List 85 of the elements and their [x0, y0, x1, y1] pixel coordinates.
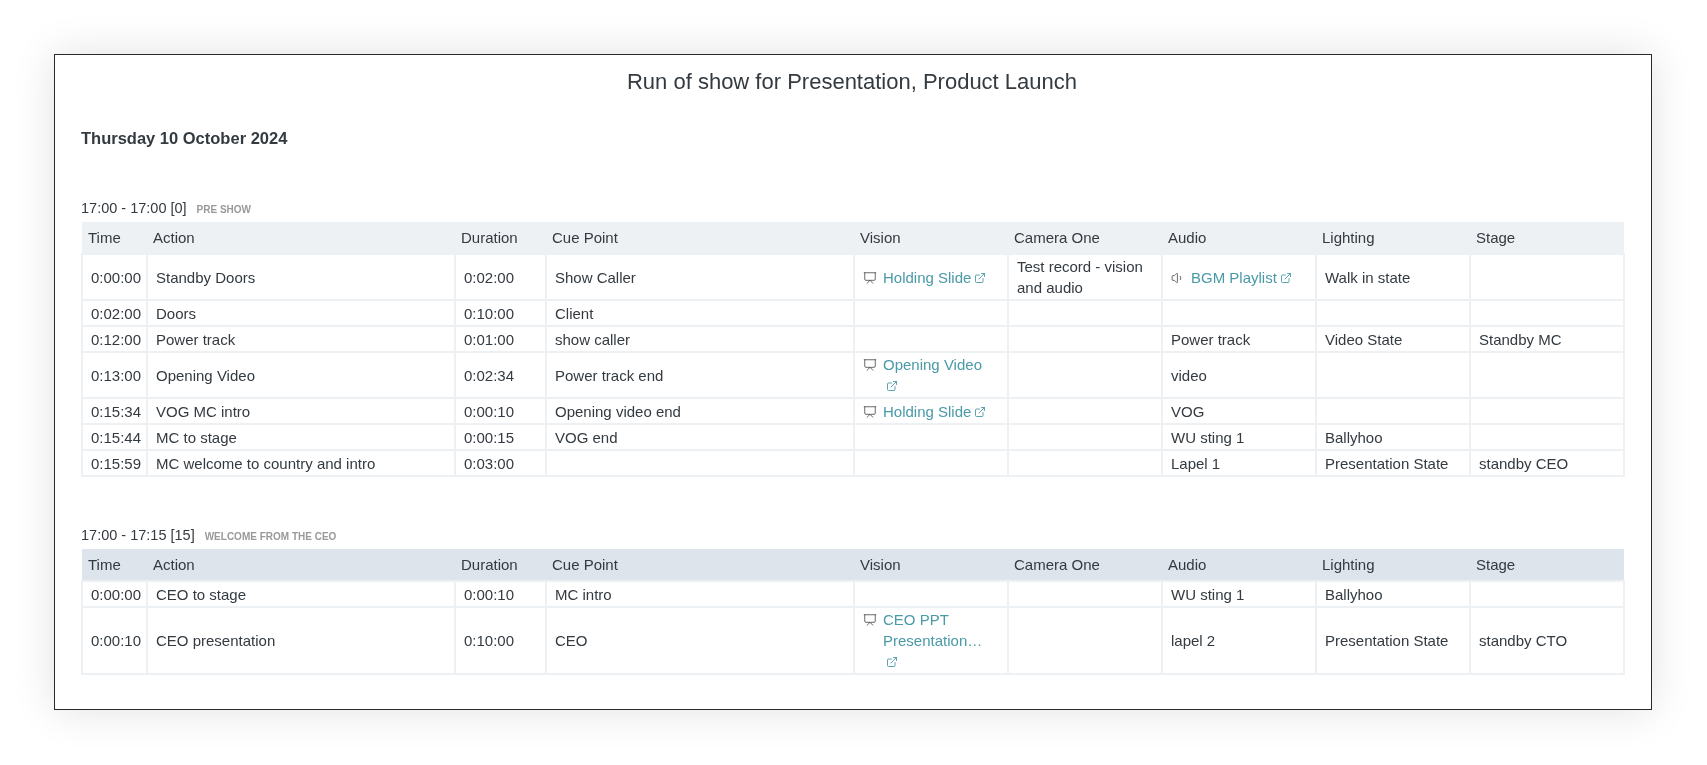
cell-text: WU sting 1 — [1171, 585, 1245, 603]
cell-text: 0:15:34 — [91, 402, 142, 420]
cell-text: Client — [555, 304, 594, 322]
section-name: PRE SHOW — [196, 204, 252, 215]
cell-text: MC welcome to country and intro — [156, 454, 376, 472]
column-header: Stage — [1470, 222, 1624, 254]
cell-text: Standby MC — [1479, 330, 1562, 348]
column-header: Action — [147, 549, 455, 581]
cell-text: Power track — [156, 330, 236, 348]
cell-text: 0:02:34 — [464, 366, 515, 384]
cell-text: CEO to stage — [156, 585, 247, 603]
column-header: Audio — [1162, 222, 1316, 254]
external-link-icon — [974, 405, 987, 418]
column-header: Cue Point — [546, 222, 854, 254]
cell-text: 0:00:15 — [464, 428, 515, 446]
cell-text: 0:01:00 — [464, 330, 515, 348]
cell-text: 0:00:10 — [464, 585, 515, 603]
column-header: Camera One — [1008, 222, 1162, 254]
cell-text: CEO presentation — [156, 632, 276, 649]
cell-text: CEO — [555, 632, 588, 649]
cell-text: 0:00:00 — [91, 268, 142, 286]
cell-text: 0:03:00 — [464, 454, 515, 472]
column-header: Audio — [1162, 549, 1316, 581]
column-header: Time — [82, 549, 147, 581]
time-range: 17:00 - 17:00 [0] — [81, 200, 187, 216]
cell-text: 0:12:00 — [91, 330, 142, 348]
cell-text: video — [1171, 366, 1207, 384]
section-name: WELCOME FROM THE CEO — [204, 531, 337, 542]
cell-text: VOG MC intro — [156, 402, 251, 420]
cell-text: Video State — [1325, 330, 1403, 348]
cell-text: MC to stage — [156, 428, 237, 446]
cell-text: 0:15:44 — [91, 428, 142, 446]
cell-text: Power track end — [555, 366, 664, 384]
cell-text: standby CTO — [1479, 632, 1568, 649]
column-header: Action — [147, 222, 455, 254]
external-link-icon — [886, 380, 898, 392]
cell-text: VOG — [1171, 402, 1205, 420]
column-header: Vision — [854, 222, 1008, 254]
column-header: Camera One — [1008, 549, 1162, 581]
column-header: Duration — [455, 222, 546, 254]
external-link-icon — [1279, 271, 1292, 284]
cell-text: MC intro — [555, 585, 612, 603]
column-header: Lighting — [1316, 222, 1470, 254]
cell-text: Doors — [156, 304, 196, 322]
presentation-icon — [863, 358, 877, 372]
column-header: Stage — [1470, 549, 1624, 581]
cell-text: Presentation State — [1325, 632, 1449, 649]
cell-text: lapel 2 — [1171, 632, 1216, 649]
cell-text: Show Caller — [555, 268, 636, 286]
cell-text: 0:15:59 — [91, 454, 142, 472]
cell-text: 0:13:00 — [91, 366, 142, 384]
column-header: Time — [82, 222, 147, 254]
cell-text: 0:10:00 — [464, 632, 515, 649]
presentation-icon — [863, 270, 877, 285]
cell-text: Walk in state — [1325, 268, 1411, 286]
cell-text: Opening video end — [555, 402, 681, 420]
cell-text: 0:00:10 — [91, 632, 142, 649]
cell-text: WU sting 1 — [1171, 428, 1245, 446]
column-header: Lighting — [1316, 549, 1470, 581]
cell-text: Ballyhoo — [1325, 428, 1383, 446]
cell-text: 0:00:10 — [464, 402, 515, 420]
cell-text: show caller — [555, 330, 631, 348]
cell-text: Ballyhoo — [1325, 585, 1383, 603]
cell-text: Opening Video — [156, 366, 255, 384]
date-heading: Thursday 10 October 2024 — [81, 129, 289, 148]
cell-text: Test record - vision and audio — [1017, 258, 1143, 296]
cell-text: 0:00:00 — [91, 585, 142, 603]
cell-text: Power track — [1171, 330, 1251, 348]
page-title: Run of show for Presentation, Product Launch — [625, 69, 1078, 95]
cell-text: Presentation State — [1325, 454, 1449, 472]
column-header: Cue Point — [546, 549, 854, 581]
presentation-icon — [863, 613, 877, 627]
external-link-icon — [974, 271, 987, 284]
cell-text: 0:02:00 — [91, 304, 142, 322]
cell-text: 0:02:00 — [464, 268, 515, 286]
cell-text: 0:10:00 — [464, 304, 515, 322]
cell-text: VOG end — [555, 428, 618, 446]
time-range: 17:00 - 17:15 [15] — [81, 527, 195, 543]
cell-text: standby CEO — [1479, 454, 1569, 472]
column-header: Vision — [854, 549, 1008, 581]
presentation-icon — [863, 404, 877, 419]
cell-text: Standby Doors — [156, 268, 256, 286]
external-link-icon — [886, 656, 898, 668]
column-header: Duration — [455, 549, 546, 581]
cell-text: Lapel 1 — [1171, 454, 1221, 472]
